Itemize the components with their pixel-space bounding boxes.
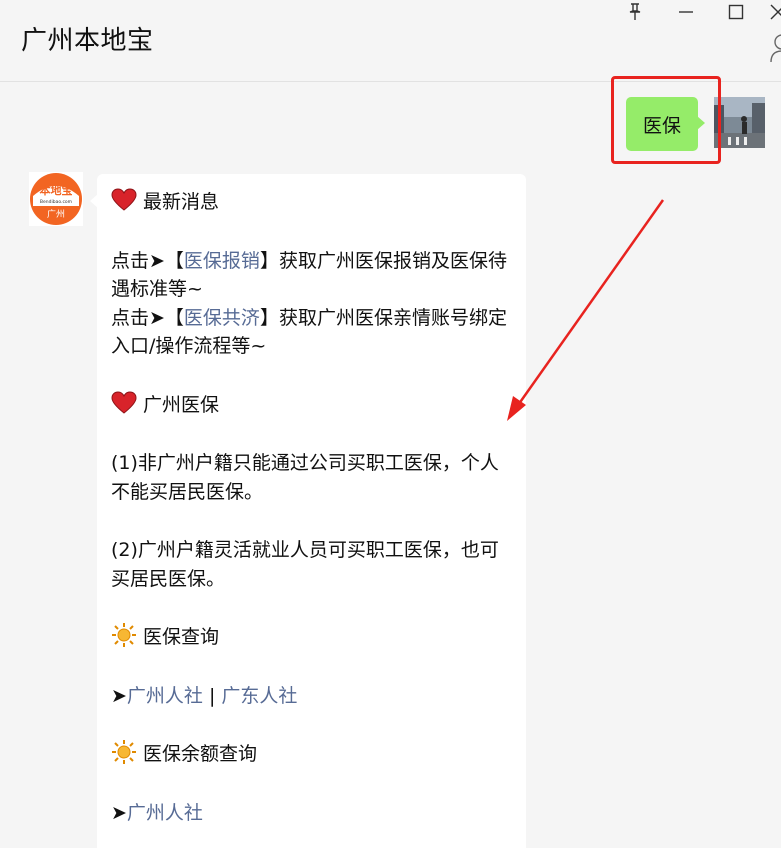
news-line-reimbursement: 点击➤【医保报销】获取广州医保报销及医保待遇标准等~ bbox=[111, 249, 507, 301]
paragraph-1: (1)非广州户籍只能通过公司买职工医保，个人不能买居民医保。 bbox=[111, 452, 499, 503]
heart-icon bbox=[111, 188, 137, 211]
logo-sub: Bendibao.com bbox=[40, 199, 72, 205]
section-heading-guangzhou: 广州医保 bbox=[111, 390, 512, 420]
chat-window: 广州本地宝 医保 本地宝 Bendibao.com 广州 最新消息 点击➤【医保… bbox=[0, 0, 781, 848]
balance-links: ➤广州人社 bbox=[111, 801, 203, 824]
user-avatar[interactable] bbox=[714, 97, 765, 148]
sun-icon bbox=[112, 623, 136, 647]
logo-city: 广州 bbox=[47, 208, 65, 220]
link-balance-guangzhou-hr[interactable]: 广州人社 bbox=[127, 802, 203, 824]
pin-icon[interactable] bbox=[625, 2, 645, 22]
received-message-bubble[interactable]: 最新消息 点击➤【医保报销】获取广州医保报销及医保待遇标准等~ 点击➤【医保共济… bbox=[90, 174, 526, 848]
heart-icon bbox=[111, 390, 137, 414]
section-heading-news: 最新消息 bbox=[111, 188, 512, 217]
profile-icon[interactable] bbox=[768, 32, 781, 64]
bot-avatar[interactable]: 本地宝 Bendibao.com 广州 bbox=[29, 172, 83, 226]
section-heading-balance: 医保余额查询 bbox=[111, 740, 512, 769]
minimize-icon[interactable] bbox=[676, 2, 696, 22]
link-guangzhou-hr[interactable]: 广州人社 bbox=[127, 685, 203, 707]
sun-icon bbox=[112, 740, 136, 764]
link-guangdong-hr[interactable]: 广东人社 bbox=[221, 685, 297, 707]
news-line-mutual-aid: 点击➤【医保共济】获取广州医保亲情账号绑定入口/操作流程等~ bbox=[111, 306, 507, 358]
query-links: ➤广州人社 | 广东人社 bbox=[111, 684, 298, 707]
section-heading-query: 医保查询 bbox=[111, 623, 512, 652]
logo-text: 本地宝 bbox=[40, 183, 73, 197]
paragraph-2: (2)广州户籍灵活就业人员可买职工医保，也可买居民医保。 bbox=[111, 539, 499, 590]
close-icon[interactable] bbox=[768, 2, 781, 22]
chat-title: 广州本地宝 bbox=[21, 26, 154, 56]
sent-message-bubble[interactable]: 医保 bbox=[626, 97, 705, 151]
sent-message-text: 医保 bbox=[642, 114, 681, 137]
maximize-icon[interactable] bbox=[726, 2, 746, 22]
link-mutual-aid[interactable]: 医保共济 bbox=[184, 307, 260, 329]
link-reimbursement[interactable]: 医保报销 bbox=[184, 250, 260, 272]
title-bar: 广州本地宝 bbox=[0, 0, 781, 82]
